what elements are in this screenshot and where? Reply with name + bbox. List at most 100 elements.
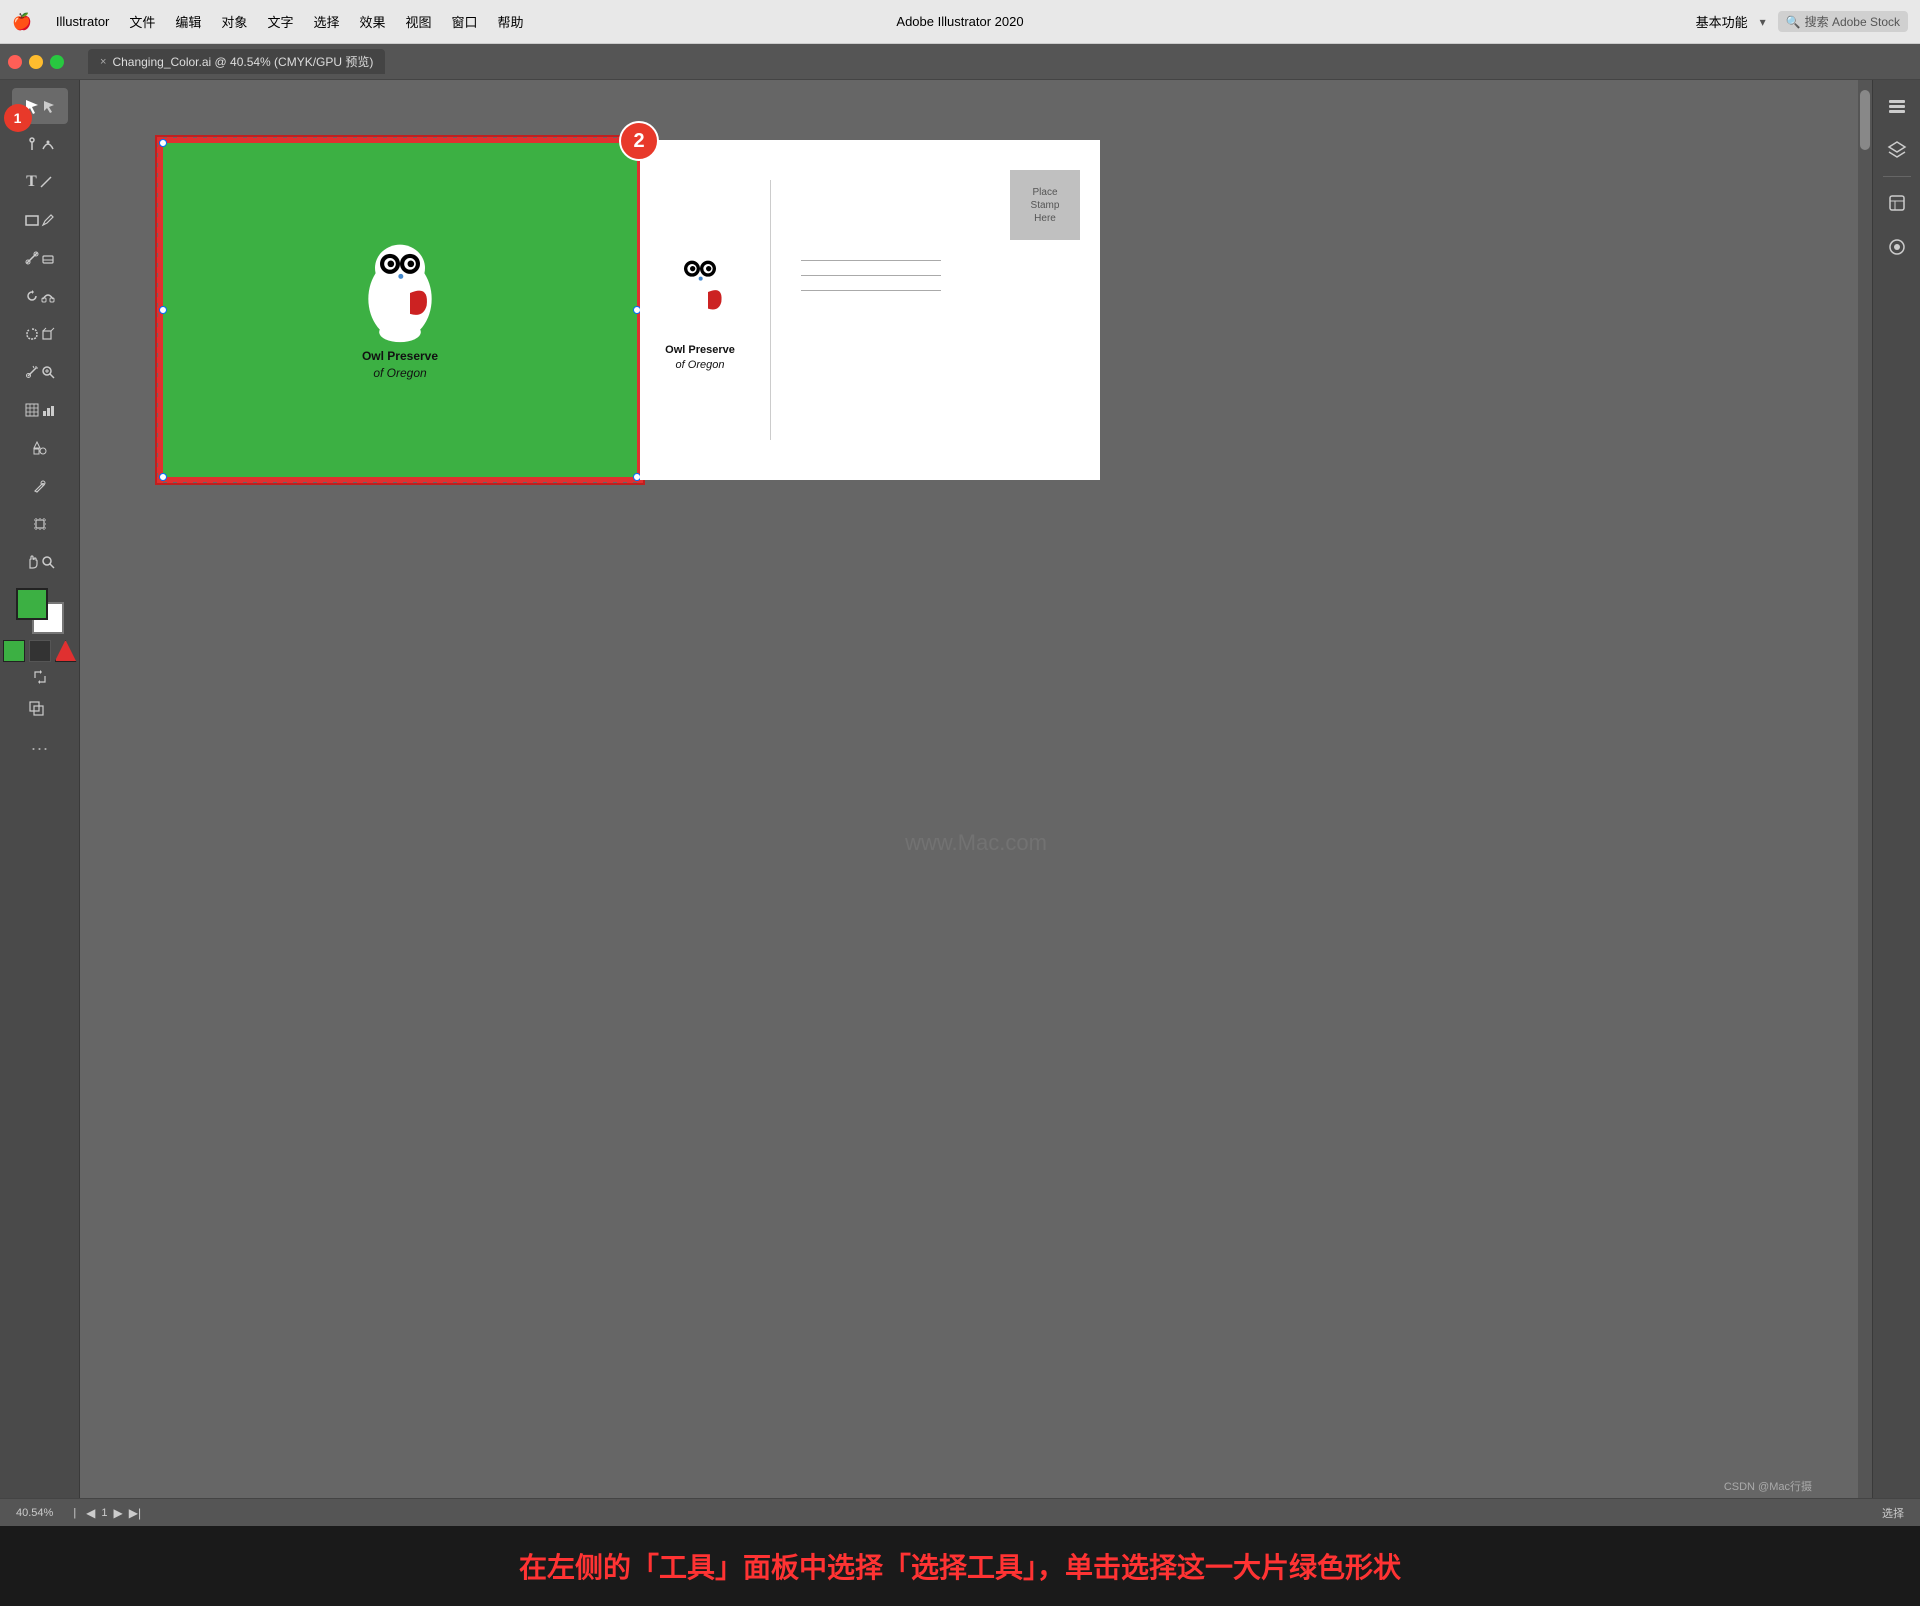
direct-select-icon xyxy=(42,99,56,113)
brand-text-left: Owl Preserve of Oregon xyxy=(362,348,438,382)
hand-icon xyxy=(25,555,39,569)
fullscreen-button[interactable] xyxy=(50,55,64,69)
menu-object[interactable]: 对象 xyxy=(221,12,247,31)
menu-text[interactable]: 文字 xyxy=(267,12,293,31)
artboard-icon xyxy=(33,517,47,531)
symbol-icon xyxy=(33,441,47,455)
curvature-icon xyxy=(41,137,55,151)
menu-effect[interactable]: 效果 xyxy=(359,12,385,31)
hand-tool[interactable] xyxy=(12,544,68,580)
step-badge-1: 1 xyxy=(4,104,32,132)
type-icon: T xyxy=(26,173,37,191)
scrollbar-thumb[interactable] xyxy=(1860,90,1870,150)
type-tool[interactable]: T xyxy=(12,164,68,200)
current-tool: 选择 xyxy=(1882,1505,1904,1521)
vertical-scrollbar[interactable] xyxy=(1858,80,1872,1606)
menu-right-section: 基本功能 ▾ 🔍 搜索 Adobe Stock xyxy=(1696,11,1908,32)
menu-app-name[interactable]: Illustrator xyxy=(56,14,109,29)
nav-controls: ◀ 1 ▶ ▶| xyxy=(86,1506,141,1520)
rect-icon xyxy=(25,213,39,227)
watermark-text: www.Mac.com xyxy=(905,830,1047,856)
warp-icon xyxy=(41,289,55,303)
properties-panel-btn[interactable] xyxy=(1879,88,1915,124)
line-icon xyxy=(39,175,53,189)
transform-icon xyxy=(41,327,55,341)
rotate-tool[interactable] xyxy=(12,278,68,314)
csdn-badge: CSDN @Mac行摄 xyxy=(1724,1478,1812,1494)
color-red[interactable] xyxy=(55,640,77,662)
status-separator: | xyxy=(73,1507,76,1519)
lasso-tool[interactable] xyxy=(12,316,68,352)
swap-reset-row xyxy=(31,668,49,686)
menu-edit[interactable]: 编辑 xyxy=(175,12,201,31)
owl-logo-right xyxy=(660,247,740,337)
status-right: 选择 xyxy=(1882,1505,1904,1521)
scissors-tool[interactable] xyxy=(12,240,68,276)
document-tab[interactable]: × Changing_Color.ai @ 40.54% (CMYK/GPU 预… xyxy=(88,49,385,74)
scissors-icon xyxy=(25,251,39,265)
traffic-lights xyxy=(8,55,64,69)
nav-end-icon[interactable]: ▶| xyxy=(129,1506,141,1520)
layer-composite-tool[interactable] xyxy=(12,692,68,728)
fill-swatch[interactable] xyxy=(16,588,48,620)
color-black[interactable] xyxy=(29,640,51,662)
chart-icon xyxy=(41,403,55,417)
canvas-area[interactable]: www.Mac.com xyxy=(80,80,1872,1606)
menu-view[interactable]: 视图 xyxy=(405,12,431,31)
swap-colors-icon[interactable] xyxy=(31,668,49,686)
grid-tool[interactable] xyxy=(12,392,68,428)
properties-btn-2[interactable] xyxy=(1879,229,1915,265)
rectangle-tool[interactable] xyxy=(12,202,68,238)
pen-icon xyxy=(25,137,39,151)
apple-icon[interactable]: 🍎 xyxy=(12,12,32,32)
workspace-mode[interactable]: 基本功能 xyxy=(1696,12,1748,31)
handle-bottom-left[interactable] xyxy=(159,473,167,481)
address-line-2 xyxy=(801,275,941,276)
brand-text-right: Owl Preserve of Oregon xyxy=(665,343,735,374)
tab-close-icon[interactable]: × xyxy=(100,56,106,68)
handle-top-left[interactable] xyxy=(159,139,167,147)
nav-next-icon[interactable]: ▶ xyxy=(114,1506,123,1520)
artboard-tool[interactable] xyxy=(12,506,68,542)
eyedropper-icon xyxy=(33,479,47,493)
libraries-panel-btn[interactable] xyxy=(1879,185,1915,221)
color-swatches[interactable] xyxy=(12,588,68,634)
stamp-text: PlaceStampHere xyxy=(1031,186,1060,225)
menu-window[interactable]: 窗口 xyxy=(452,12,478,31)
close-button[interactable] xyxy=(8,55,22,69)
layers-icon xyxy=(1887,140,1907,160)
menu-select[interactable]: 选择 xyxy=(313,12,339,31)
color-green[interactable] xyxy=(3,640,25,662)
search-box[interactable]: 🔍 搜索 Adobe Stock xyxy=(1778,11,1908,32)
postcard-divider xyxy=(770,180,771,440)
handle-mid-left[interactable] xyxy=(159,306,167,314)
grid-icon xyxy=(25,403,39,417)
menu-help[interactable]: 帮助 xyxy=(498,12,524,31)
magic-wand-tool[interactable] xyxy=(12,354,68,390)
selection-tool-group[interactable]: 1 xyxy=(12,88,68,124)
step-badge-2-wrapper: 2 xyxy=(619,121,659,161)
nav-prev-icon[interactable]: ◀ xyxy=(86,1506,95,1520)
menu-file[interactable]: 文件 xyxy=(129,12,155,31)
libraries-icon xyxy=(1887,193,1907,213)
more-tools-button[interactable]: ··· xyxy=(31,738,49,759)
zoom-level: 40.54% xyxy=(16,1507,53,1519)
magic-wand-icon xyxy=(25,365,39,379)
address-lines xyxy=(801,260,1080,291)
rotate-icon xyxy=(25,289,39,303)
layers-panel-btn[interactable] xyxy=(1879,132,1915,168)
instruction-text: 在左侧的「工具」面板中选择「选择工具」，单击选择这一大片绿色形状 xyxy=(519,1546,1401,1586)
minimize-button[interactable] xyxy=(29,55,43,69)
right-panel xyxy=(1872,80,1920,1606)
composite-icon xyxy=(29,701,51,719)
tab-filename: Changing_Color.ai @ 40.54% (CMYK/GPU 预览) xyxy=(112,53,373,70)
artboard-left[interactable]: Owl Preserve of Oregon 2 xyxy=(160,140,640,480)
zoom-in-icon xyxy=(41,365,55,379)
left-toolbar: 1 T xyxy=(0,80,80,1606)
appearance-icon xyxy=(1887,237,1907,257)
stamp-box: PlaceStampHere xyxy=(1010,170,1080,240)
workspace-chevron-icon[interactable]: ▾ xyxy=(1760,15,1766,29)
eyedropper-tool[interactable] xyxy=(12,468,68,504)
bottom-instruction-bar: 在左侧的「工具」面板中选择「选择工具」，单击选择这一大片绿色形状 xyxy=(0,1526,1920,1606)
symbol-tool[interactable] xyxy=(12,430,68,466)
